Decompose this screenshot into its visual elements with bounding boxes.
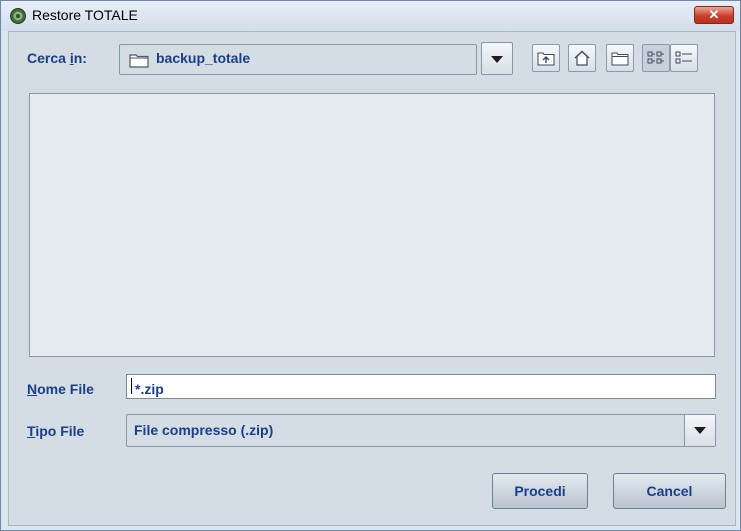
file-type-dropdown-button[interactable] — [684, 415, 715, 446]
file-type-select[interactable]: File compresso (.zip) — [126, 414, 716, 447]
chevron-down-icon — [491, 56, 503, 63]
look-in-dropdown-button[interactable] — [481, 42, 513, 75]
dialog-window: Restore TOTALE ✕ Cerca in: backup_totale — [0, 0, 741, 531]
up-one-level-button[interactable] — [532, 44, 560, 72]
file-type-value: File compresso (.zip) — [134, 422, 274, 438]
details-view-button[interactable] — [670, 44, 698, 72]
text-caret — [131, 378, 132, 394]
look-in-label: Cerca in: — [27, 50, 87, 66]
file-list[interactable] — [29, 93, 715, 357]
close-icon: ✕ — [708, 7, 720, 22]
home-button[interactable] — [568, 44, 596, 72]
app-icon — [10, 8, 26, 24]
close-button[interactable]: ✕ — [694, 6, 734, 24]
file-name-input[interactable]: *.zip — [126, 374, 716, 399]
look-in-combobox[interactable]: backup_totale — [119, 44, 477, 75]
procedi-button[interactable]: Procedi — [492, 473, 588, 509]
home-icon — [574, 50, 590, 66]
list-view-icon — [647, 51, 664, 64]
file-name-label: Nome File — [27, 381, 94, 397]
look-in-value: backup_totale — [156, 50, 251, 66]
folder-icon — [129, 54, 149, 68]
up-one-level-icon — [537, 52, 555, 66]
list-view-button[interactable] — [642, 44, 670, 72]
title-bar[interactable]: Restore TOTALE ✕ — [1, 1, 740, 31]
cancel-button[interactable]: Cancel — [613, 473, 726, 509]
file-type-label: Tipo File — [27, 423, 85, 439]
new-folder-icon — [611, 52, 629, 66]
file-name-value: *.zip — [135, 381, 164, 397]
chevron-down-icon — [694, 427, 706, 434]
new-folder-button[interactable] — [606, 44, 634, 72]
window-title: Restore TOTALE — [32, 7, 138, 23]
details-view-icon — [675, 51, 692, 64]
